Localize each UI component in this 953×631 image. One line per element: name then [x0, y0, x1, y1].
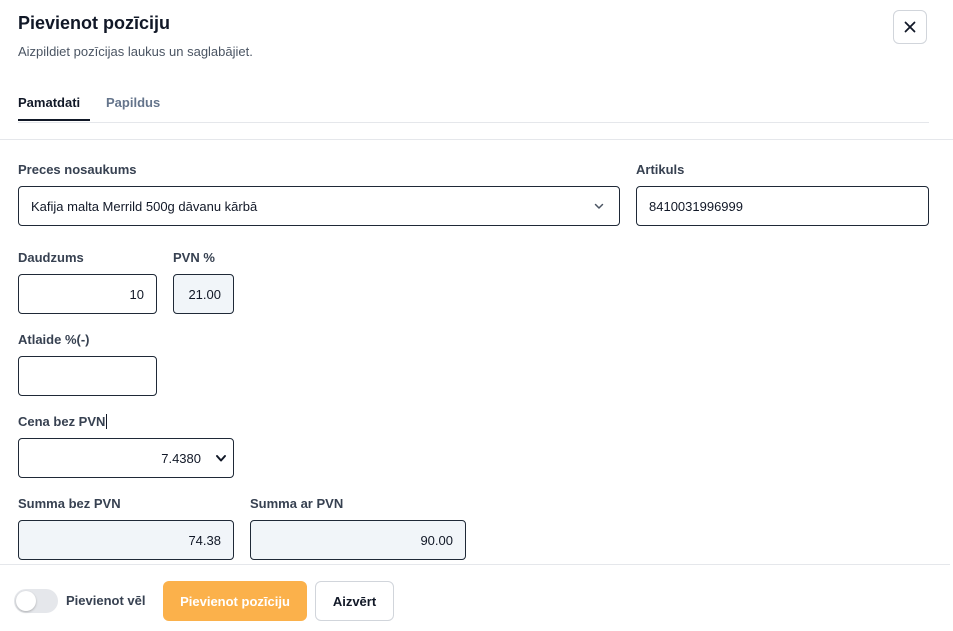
price-excl-vat-value: 7.4380 [161, 450, 201, 466]
price-excl-vat-label-text: Cena bez PVN [18, 414, 106, 429]
sum-excl-vat-field: 74.38 [18, 520, 234, 560]
vat-percent-field: 21.00 [173, 274, 234, 314]
quantity-value: 10 [129, 286, 144, 302]
close-dialog-button[interactable]: Aizvērt [315, 581, 394, 621]
add-more-toggle-label: Pievienot vēl [66, 593, 146, 608]
sum-incl-vat-value: 90.00 [420, 532, 453, 548]
chevron-down-icon [594, 203, 604, 209]
text-cursor [106, 414, 108, 429]
price-excl-vat-label: Cena bez PVN [18, 414, 108, 429]
product-name-label: Preces nosaukums [18, 162, 137, 177]
sum-excl-vat-value: 74.38 [188, 532, 221, 548]
vat-percent-value: 21.00 [188, 286, 221, 302]
article-value: 8410031996999 [649, 198, 743, 214]
tab-label: Papildus [106, 95, 161, 110]
product-name-select[interactable]: Kafija malta Merrild 500g dāvanu kārbā [18, 186, 620, 226]
add-more-toggle[interactable] [14, 589, 58, 613]
tab-divider [18, 122, 929, 123]
sum-incl-vat-label: Summa ar PVN [250, 496, 344, 511]
discount-label: Atlaide %(-) [18, 332, 90, 347]
close-button[interactable] [893, 10, 927, 44]
close-icon [904, 21, 916, 33]
sum-incl-vat-field: 90.00 [250, 520, 466, 560]
article-label: Artikuls [636, 162, 685, 177]
dialog-title: Pievienot pozīciju [18, 13, 171, 33]
tab-label: Pamatdati [18, 95, 81, 110]
product-name-value: Kafija malta Merrild 500g dāvanu kārbā [31, 198, 258, 214]
toggle-knob [16, 591, 36, 611]
tab-pamatdati[interactable]: Pamatdati [18, 95, 90, 121]
header-divider [0, 139, 953, 140]
sum-excl-vat-label: Summa bez PVN [18, 496, 121, 511]
footer-divider [0, 564, 950, 565]
vat-percent-label: PVN % [173, 250, 215, 265]
price-excl-vat-select[interactable]: 7.4380 [18, 438, 234, 478]
article-input[interactable]: 8410031996999 [636, 186, 929, 226]
tab-papildus[interactable]: Papildus [106, 95, 160, 110]
quantity-input[interactable]: 10 [18, 274, 157, 314]
tab-active-indicator [18, 119, 90, 121]
chevron-down-icon [216, 455, 226, 462]
quantity-label: Daudzums [18, 250, 84, 265]
discount-input[interactable] [18, 356, 157, 396]
dialog-subtitle: Aizpildiet pozīcijas laukus un saglabāji… [18, 44, 253, 59]
add-position-button[interactable]: Pievienot pozīciju [163, 581, 307, 621]
